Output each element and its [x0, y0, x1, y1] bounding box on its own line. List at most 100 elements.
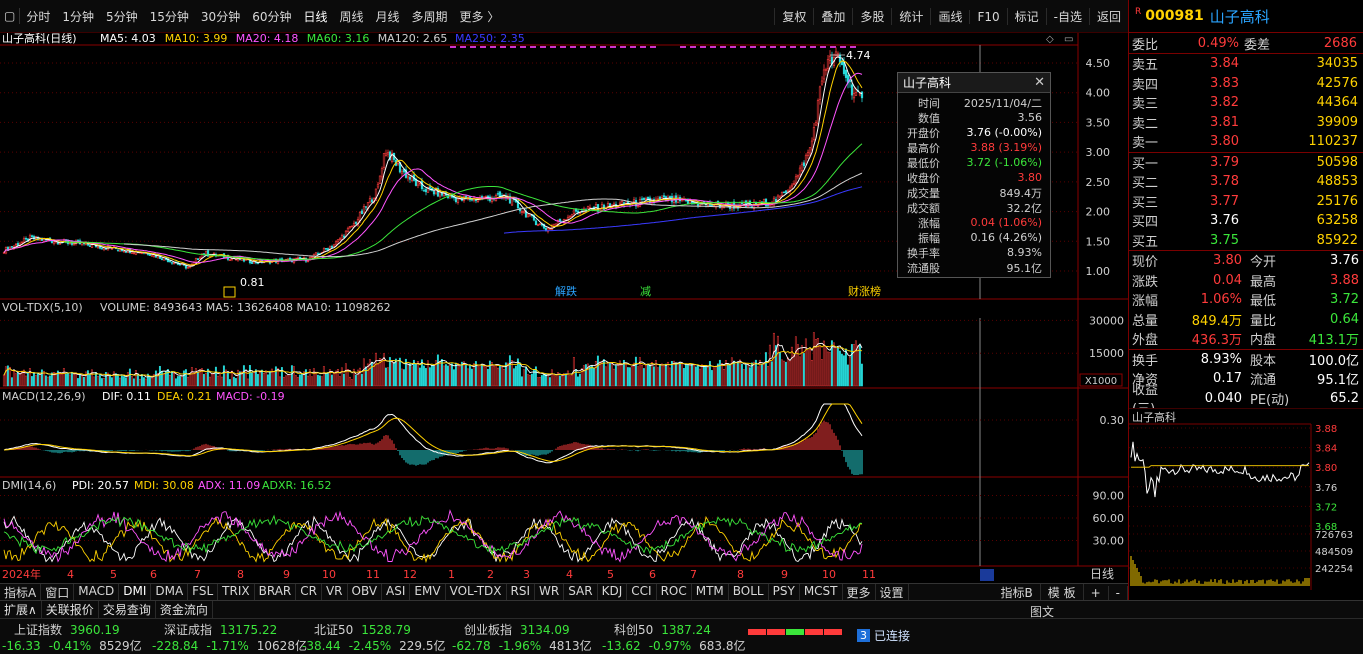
intraday-mini-chart[interactable]: 山子高科 3.88 3.84 3.80 3.76 3.72 3.68 726763 484509… — [1129, 407, 1363, 590]
buy-row: 买一 3.79 50598 — [1129, 153, 1363, 173]
candle — [360, 210, 364, 215]
toolbar-button[interactable]: 叠加 — [813, 8, 852, 25]
indicator-tab[interactable]: BOLL — [729, 583, 769, 601]
index-name-row[interactable]: 北证50 1528.79 — [314, 621, 411, 638]
period-tab[interactable]: 日线 — [297, 8, 333, 25]
indicator-tab[interactable]: ROC — [657, 583, 692, 601]
toolbar-button[interactable]: 返回 — [1088, 8, 1128, 25]
period-tab[interactable]: 5分钟 — [100, 8, 144, 25]
vol-bar — [516, 358, 519, 387]
candle — [428, 186, 432, 189]
indicator-tab[interactable]: 指标A — [0, 583, 42, 601]
indicator-tab[interactable]: MTM — [692, 583, 729, 601]
indicator-tab[interactable]: WR — [535, 583, 565, 601]
close-icon[interactable]: ✕ — [1034, 75, 1045, 90]
event-marker[interactable]: 解跌 — [555, 284, 577, 298]
index-name-row[interactable]: 上证指数 3960.19 — [14, 621, 120, 638]
period-tab[interactable]: 多周期 — [406, 8, 454, 25]
indicator-tab[interactable]: RSI — [507, 583, 536, 601]
index-name-row[interactable]: 科创50 1387.24 — [614, 621, 711, 638]
stat-label: PE(动) — [1250, 392, 1290, 408]
index-name-row[interactable]: 深证成指 13175.22 — [164, 621, 277, 638]
popup-key: 涨幅 — [918, 216, 940, 230]
collapse-icon[interactable]: ▭ — [1064, 34, 1073, 45]
signal-bars — [748, 629, 842, 635]
period-tab[interactable]: 15分钟 — [144, 8, 195, 25]
candle — [800, 163, 804, 171]
toolbar-button[interactable]: 画线 — [930, 8, 969, 25]
indicator-tab[interactable]: 窗口 — [41, 583, 75, 601]
indicator-tab[interactable]: TRIX — [218, 583, 255, 601]
indicator-tab[interactable]: CCI — [627, 583, 657, 601]
indicator-tab[interactable]: CR — [296, 583, 322, 601]
vol-bar — [530, 373, 533, 387]
candle — [22, 238, 26, 243]
connection-text: 已连接 — [874, 629, 911, 643]
tab-control-button[interactable]: 指标B — [994, 584, 1041, 601]
period-tab[interactable]: 1分钟 — [56, 8, 100, 25]
stat-value: 0.040 — [1204, 390, 1242, 406]
period-tab[interactable]: 更多 〉 — [454, 8, 506, 25]
period-tab[interactable]: 月线 — [370, 8, 406, 25]
vol-bar — [354, 375, 357, 387]
vol-bar — [846, 364, 849, 387]
toolbar-button[interactable]: -自选 — [1045, 8, 1089, 25]
tool-button[interactable]: 资金流向 — [156, 601, 213, 618]
event-marker[interactable]: 减 — [640, 285, 651, 298]
indicator-tab[interactable]: VOL-TDX — [446, 583, 507, 601]
toolbar-button[interactable]: 统计 — [891, 8, 930, 25]
stock-code[interactable]: 000981 — [1145, 8, 1203, 24]
diamond-icon[interactable]: ◇ — [1046, 34, 1054, 45]
signal-strip — [540, 46, 546, 48]
signal-strip — [750, 46, 756, 48]
toolbar-button[interactable]: 复权 — [774, 8, 813, 25]
index-name-row[interactable]: 创业板指 3134.09 — [464, 621, 570, 638]
tool-button[interactable]: 关联报价 — [42, 601, 99, 618]
intraday-chart[interactable]: 山子高科3.883.843.803.763.723.68726763484509… — [1129, 407, 1363, 590]
indicator-tab[interactable]: BRAR — [255, 583, 297, 601]
toolbar-button[interactable]: 标记 — [1006, 8, 1046, 25]
vol-bar — [784, 361, 787, 387]
indicator-tab[interactable]: SAR — [564, 583, 598, 601]
menu-icon[interactable]: ▢ — [0, 9, 19, 23]
tool-button[interactable]: 扩展∧ — [0, 601, 42, 618]
indicator-tab[interactable]: 设置 — [876, 583, 909, 601]
tab-control-button[interactable]: 模 板 — [1041, 584, 1084, 601]
x-tick: 8 — [737, 568, 744, 581]
tab-control-button[interactable]: - — [1109, 585, 1128, 600]
indicator-tab[interactable]: ASI — [382, 583, 411, 601]
indicator-tab[interactable]: PSY — [769, 583, 800, 601]
indicator-tab[interactable]: DMA — [151, 583, 189, 601]
x-tick: 3 — [523, 568, 530, 581]
vol-bar — [318, 375, 321, 387]
indicator-tab[interactable]: KDJ — [598, 583, 628, 601]
buy-row: 买二 3.78 48853 — [1129, 172, 1363, 192]
indicator-tab[interactable]: DMI — [119, 583, 152, 601]
vol-bar — [202, 374, 205, 387]
toolbar-button[interactable]: F10 — [969, 9, 1006, 24]
period-tab[interactable]: 分时 — [20, 8, 56, 25]
period-tab[interactable]: 60分钟 — [246, 8, 297, 25]
tab-control-button[interactable]: + — [1084, 585, 1109, 600]
indicator-tab[interactable]: FSL — [188, 583, 219, 601]
indicator-tab[interactable]: 更多 — [843, 583, 876, 601]
event-marker[interactable]: 财涨榜 — [848, 284, 881, 298]
vol-bar — [290, 365, 293, 387]
vol-title: VOL-TDX(5,10) — [2, 301, 83, 314]
indicator-tab[interactable]: EMV — [410, 583, 446, 601]
graphic-text-label[interactable]: 图文 — [1030, 603, 1054, 620]
vol-bar — [90, 369, 93, 387]
connection-status[interactable]: 3 已连接 — [857, 627, 910, 644]
indicator-tab[interactable]: OBV — [348, 583, 383, 601]
period-tab[interactable]: 30分钟 — [195, 8, 246, 25]
vol-bar — [272, 371, 275, 387]
candle — [362, 206, 366, 214]
stock-name[interactable]: 山子高科 — [1210, 6, 1270, 27]
indicator-tab[interactable]: MCST — [800, 583, 843, 601]
vol-bar — [730, 357, 733, 387]
toolbar-button[interactable]: 多股 — [852, 8, 891, 25]
indicator-tab[interactable]: MACD — [74, 583, 120, 601]
indicator-tab[interactable]: VR — [322, 583, 348, 601]
tool-button[interactable]: 交易查询 — [99, 601, 156, 618]
period-tab[interactable]: 周线 — [334, 8, 370, 25]
